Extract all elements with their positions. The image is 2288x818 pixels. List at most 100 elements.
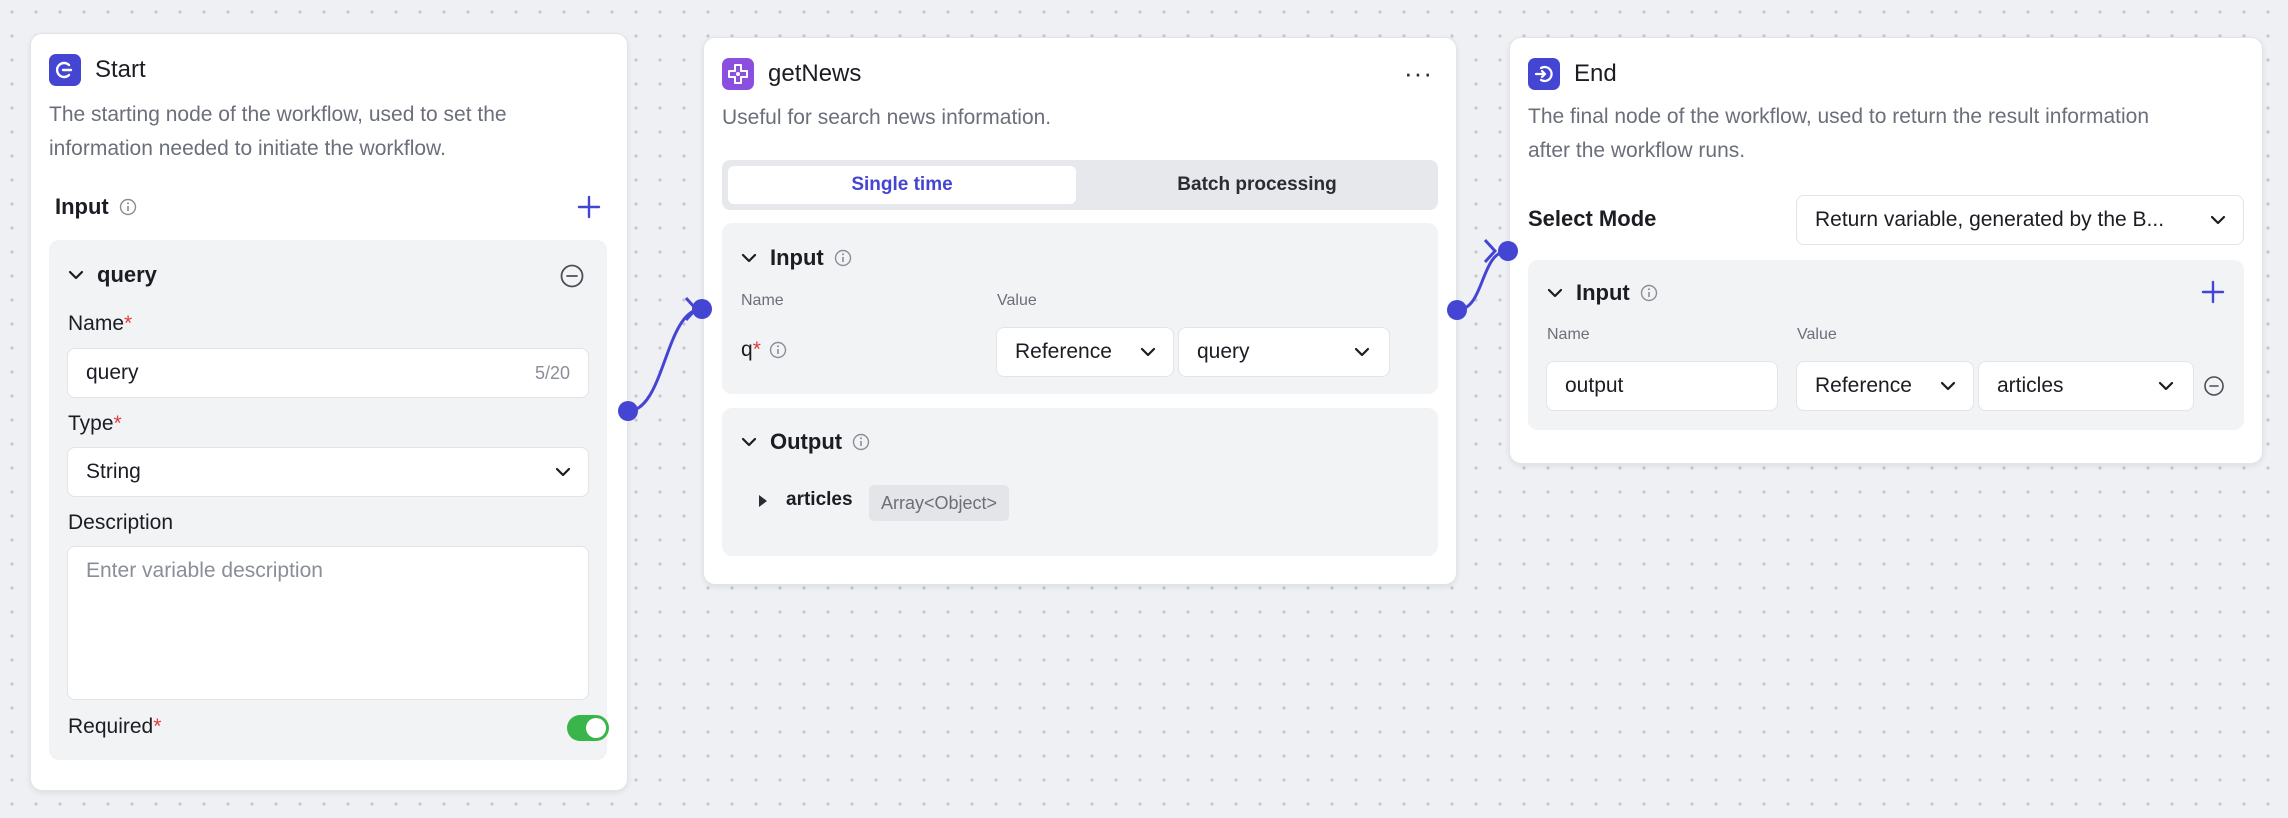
chevron-down-icon (1940, 381, 1956, 391)
output-name-value: output (1565, 374, 1624, 397)
required-asterisk: * (752, 338, 761, 361)
type-field-label: Type* (68, 412, 122, 436)
select-mode-value: Return variable, generated by the B... (1815, 208, 2165, 231)
chevron-down-icon (1354, 347, 1370, 357)
param-source-value: Reference (1015, 340, 1112, 363)
description-field-label: Description (68, 511, 174, 534)
name-input[interactable]: query 5/20 (67, 348, 589, 398)
getnews-output-text: Output (770, 429, 843, 454)
column-name-label: Name (1547, 326, 1590, 343)
getnews-node-description: Useful for search news information. (722, 106, 1052, 129)
getnews-output-label: Output (770, 429, 870, 455)
getnews-input-panel: Input Name Value q* Reference query (722, 223, 1438, 394)
type-select-value: String (86, 460, 141, 483)
required-toggle[interactable] (567, 715, 609, 741)
end-input-port[interactable] (1498, 241, 1518, 261)
param-value-select[interactable]: query (1178, 327, 1390, 377)
end-desc-line2: after the workflow runs. (1528, 139, 1746, 162)
getnews-node[interactable]: getNews ··· Useful for search news infor… (703, 37, 1457, 585)
variable-title: query (97, 262, 157, 287)
remove-variable-icon[interactable] (559, 263, 585, 289)
add-output-icon[interactable] (2200, 279, 2226, 305)
getnews-node-title: getNews (768, 60, 862, 87)
getnews-input-port[interactable] (692, 299, 712, 319)
chevron-down-icon (555, 467, 571, 477)
name-input-value: query (86, 361, 139, 384)
param-name-text: q (741, 338, 753, 361)
name-char-counter: 5/20 (534, 362, 570, 383)
select-mode-dropdown[interactable]: Return variable, generated by the B... (1796, 195, 2244, 245)
param-source-select[interactable]: Reference (996, 327, 1174, 377)
required-field-label: Required* (68, 715, 161, 739)
type-select[interactable]: String (67, 447, 589, 497)
output-name-input[interactable]: output (1546, 361, 1778, 411)
chevron-down-icon (2210, 215, 2226, 225)
end-node[interactable]: End The final node of the workflow, used… (1509, 37, 2263, 464)
start-node[interactable]: Start The starting node of the workflow,… (30, 33, 628, 791)
collapse-chevron-icon[interactable] (1544, 282, 1566, 304)
getnews-output-port[interactable] (1447, 300, 1467, 320)
remove-output-icon[interactable] (2203, 375, 2225, 397)
start-icon (49, 54, 81, 86)
required-asterisk: * (153, 715, 162, 738)
start-desc-line1: The starting node of the workflow, used … (49, 103, 507, 126)
end-input-label: Input (1576, 280, 1658, 306)
collapse-chevron-icon[interactable] (65, 264, 87, 286)
getnews-input-text: Input (770, 245, 824, 270)
collapse-chevron-icon[interactable] (738, 431, 760, 453)
end-desc-line1: The final node of the workflow, used to … (1528, 105, 2150, 128)
collapse-chevron-icon[interactable] (738, 247, 760, 269)
output-source-value: Reference (1815, 374, 1912, 397)
column-value-label: Value (1797, 326, 1837, 343)
add-input-icon[interactable] (576, 194, 602, 220)
output-value-text: articles (1997, 374, 2064, 397)
output-value-select[interactable]: articles (1978, 361, 2194, 411)
edge-arrow-end (1483, 238, 1498, 264)
column-name-label: Name (741, 292, 784, 309)
info-icon (769, 341, 787, 359)
start-node-description: The starting node of the workflow, used … (49, 98, 507, 166)
output-type-badge: Array<Object> (869, 485, 1010, 521)
start-desc-line2: information needed to initiate the workf… (49, 137, 446, 160)
name-field-label: Name* (68, 312, 132, 336)
required-asterisk: * (124, 312, 133, 335)
column-value-label: Value (997, 292, 1037, 309)
chevron-down-icon (1140, 347, 1156, 357)
expand-triangle-icon[interactable] (756, 494, 770, 508)
start-input-section-label: Input (55, 194, 137, 220)
mode-tab-bar: Single time Batch processing (722, 160, 1438, 210)
start-input-label: Input (55, 194, 109, 219)
select-mode-label: Select Mode (1528, 206, 1657, 231)
getnews-node-header: getNews (722, 58, 861, 90)
info-icon (119, 198, 136, 216)
toggle-knob (586, 718, 606, 738)
plugin-icon (722, 58, 754, 90)
output-source-select[interactable]: Reference (1796, 361, 1974, 411)
edge-start-to-getnews (627, 307, 703, 413)
param-q-label: q* (741, 338, 787, 362)
chevron-down-icon (2158, 381, 2174, 391)
type-label-text: Type (68, 412, 114, 435)
required-asterisk: * (113, 412, 122, 435)
end-node-header: End (1528, 58, 1617, 90)
workflow-canvas[interactable]: Start The starting node of the workflow,… (0, 0, 2288, 818)
more-options-icon[interactable]: ··· (1404, 60, 1433, 86)
info-icon (834, 249, 851, 267)
getnews-input-label: Input (770, 245, 852, 271)
param-value-text: query (1197, 340, 1250, 363)
info-icon (1640, 284, 1657, 302)
description-textarea[interactable]: Enter variable description (67, 546, 589, 700)
info-icon (852, 433, 870, 451)
start-node-header: Start (49, 54, 146, 86)
start-output-port[interactable] (618, 401, 638, 421)
end-icon (1528, 58, 1560, 90)
required-label-text: Required (68, 715, 154, 738)
name-label-text: Name (68, 312, 125, 335)
output-field-name: articles (786, 489, 853, 510)
end-input-panel: Input Name Value output Reference articl… (1528, 260, 2244, 430)
tab-single-time[interactable]: Single time (728, 166, 1076, 204)
start-node-title: Start (95, 56, 146, 83)
description-placeholder: Enter variable description (86, 559, 323, 582)
getnews-output-panel: Output articles Array<Object> (722, 408, 1438, 556)
tab-batch-processing[interactable]: Batch processing (1082, 166, 1432, 204)
